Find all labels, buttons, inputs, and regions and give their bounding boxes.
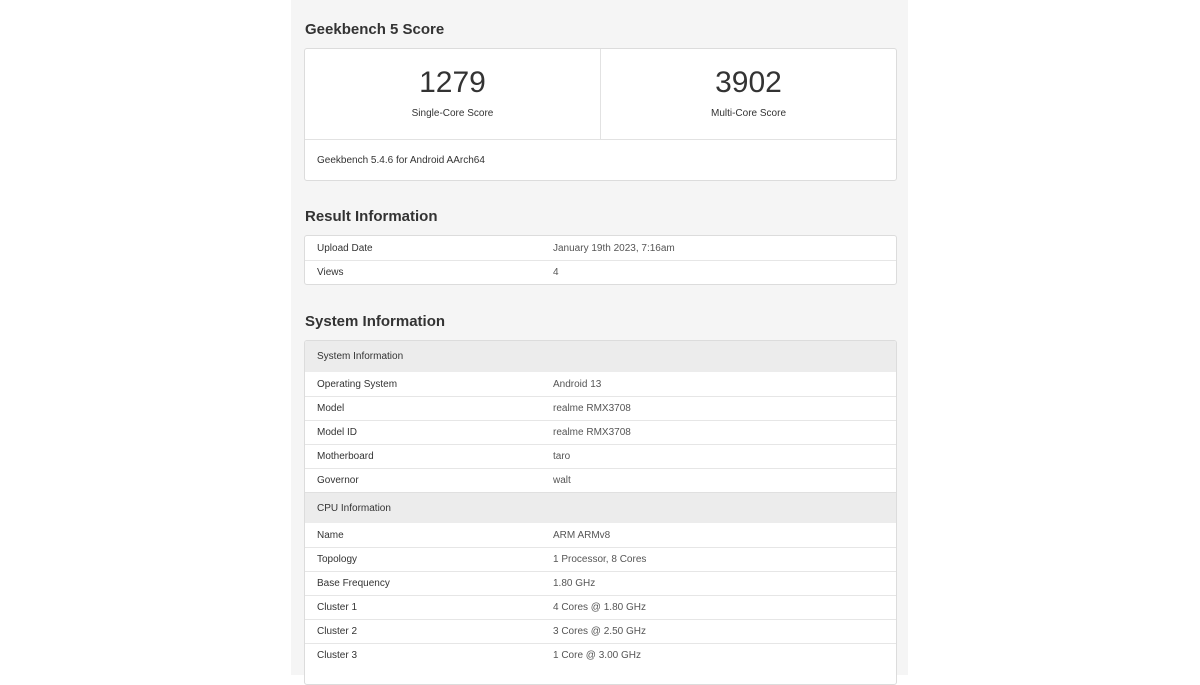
score-section-title: Geekbench 5 Score [305, 21, 445, 38]
table-row: Name ARM ARMv8 [305, 523, 896, 547]
table-row: Operating System Android 13 [305, 372, 896, 396]
table-row: Model ID realme RMX3708 [305, 420, 896, 444]
single-core-label: Single-Core Score [411, 108, 494, 119]
row-value: ARM ARMv8 [553, 529, 611, 541]
table-row: Views 4 [305, 260, 896, 284]
table-row: Cluster 1 4 Cores @ 1.80 GHz [305, 595, 896, 619]
score-row: 1279 Single-Core Score 3902 Multi-Core S… [305, 49, 896, 140]
table-row: Cluster 2 3 Cores @ 2.50 GHz [305, 619, 896, 643]
row-key: Base Frequency [317, 578, 390, 589]
row-value: 3 Cores @ 2.50 GHz [553, 626, 646, 637]
row-key: Name [317, 529, 344, 541]
group-heading-system: System Information [305, 341, 896, 372]
row-key: Cluster 2 [317, 626, 358, 637]
row-value: 1 Core @ 3.00 GHz [553, 650, 641, 661]
group-heading-cpu: CPU Information [305, 492, 896, 523]
row-value: realme RMX3708 [553, 403, 631, 414]
table-row: Cluster 3 1 Core @ 3.00 GHz [305, 643, 896, 667]
multi-core-cell: 3902 Multi-Core Score [600, 49, 896, 139]
row-key: Governor [317, 475, 359, 486]
row-key: Topology [317, 554, 358, 565]
table-row: Topology 1 Processor, 8 Cores [305, 547, 896, 571]
system-section-title: System Information [305, 313, 446, 330]
cpu-group: Name ARM ARMv8 Topology 1 Processor, 8 C… [305, 523, 896, 667]
row-key: Cluster 3 [317, 650, 358, 661]
row-key: Motherboard [317, 451, 374, 462]
table-row: Model realme RMX3708 [305, 396, 896, 420]
multi-core-score: 3902 [715, 66, 782, 99]
table-row: Governor walt [305, 468, 896, 492]
table-row: Motherboard taro [305, 444, 896, 468]
row-value: walt [553, 475, 571, 486]
result-section-title: Result Information [305, 208, 438, 225]
single-core-score: 1279 [419, 66, 486, 99]
row-key: Operating System [317, 378, 398, 390]
system-table: System Information Operating System Andr… [304, 340, 897, 685]
single-core-cell: 1279 Single-Core Score [305, 49, 600, 139]
score-card: 1279 Single-Core Score 3902 Multi-Core S… [304, 48, 897, 181]
row-value: Android 13 [553, 378, 602, 390]
table-row: Upload Date January 19th 2023, 7:16am [305, 236, 896, 260]
row-key: Views [317, 267, 344, 278]
row-value: 1.80 GHz [553, 578, 596, 589]
table-row: Base Frequency 1.80 GHz [305, 571, 896, 595]
multi-core-label: Multi-Core Score [710, 108, 787, 119]
row-key: Model ID [317, 427, 358, 438]
benchmark-version: Geekbench 5.4.6 for Android AArch64 [317, 155, 485, 166]
result-table: Upload Date January 19th 2023, 7:16am Vi… [304, 235, 897, 285]
row-key: Upload Date [317, 242, 373, 254]
row-value: 4 Cores @ 1.80 GHz [553, 602, 646, 613]
row-value: taro [553, 451, 571, 462]
results-page: Geekbench 5 Score 1279 Single-Core Score… [291, 0, 908, 685]
row-value: 4 [553, 267, 559, 278]
system-group: Operating System Android 13 Model realme… [305, 372, 896, 492]
row-value: 1 Processor, 8 Cores [553, 554, 647, 565]
row-key: Cluster 1 [317, 602, 358, 613]
row-value: realme RMX3708 [553, 427, 631, 438]
row-value: January 19th 2023, 7:16am [553, 242, 675, 254]
row-key: Model [317, 403, 345, 414]
